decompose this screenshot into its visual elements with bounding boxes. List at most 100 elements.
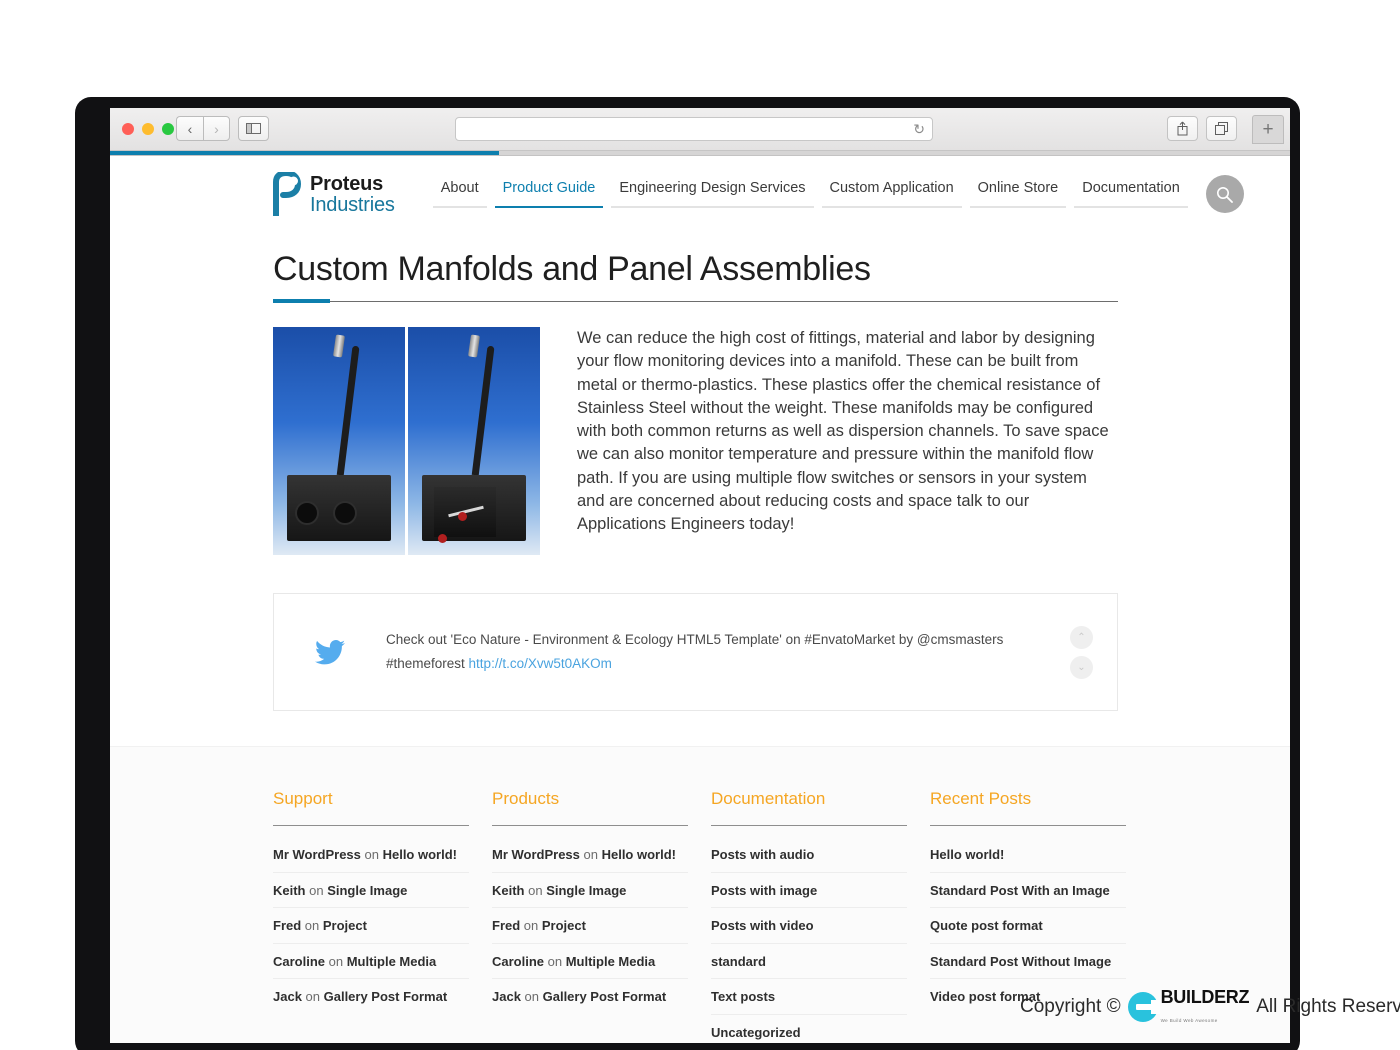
list-item[interactable]: Mr WordPress on Hello world!	[492, 837, 688, 873]
list-item[interactable]: Keith on Single Image	[492, 873, 688, 909]
comment-author: Keith	[273, 883, 306, 898]
list-item[interactable]: Fred on Project	[273, 908, 469, 944]
list-item[interactable]: Text posts	[711, 979, 907, 1015]
main-navigation: About Product GuideEngineering Design Ser…	[429, 180, 1192, 208]
nav-item-about[interactable]: About	[433, 180, 487, 208]
comment-separator: on	[361, 847, 383, 862]
fitting-top-1	[333, 334, 345, 357]
list-item[interactable]: Video post format	[930, 979, 1126, 1014]
comment-post-title: Single Image	[546, 883, 626, 898]
list-item[interactable]: Mr WordPress on Hello world!	[273, 837, 469, 873]
nav-item-custom-application[interactable]: Custom Application	[822, 180, 962, 208]
list-item-label: Standard Post With an Image	[930, 883, 1110, 898]
list-item[interactable]: Keith on Single Image	[273, 873, 469, 909]
page-title-block: Custom Manfolds and Panel Assemblies	[110, 232, 1290, 302]
list-item[interactable]: Standard Post Without Image	[930, 944, 1126, 980]
footer-column-documentation: Documentation Posts with audio Posts with …	[711, 789, 907, 1043]
product-image-2[interactable]	[408, 327, 540, 555]
proteus-logo-icon	[273, 172, 303, 216]
comment-post-title: Hello world!	[383, 847, 457, 862]
list-item-label: Quote post format	[930, 918, 1043, 933]
site-logo[interactable]: Proteus Industries	[273, 172, 395, 216]
comment-post-title: Gallery Post Format	[324, 989, 448, 1004]
comment-separator: on	[302, 989, 324, 1004]
tweet-prev-button[interactable]: ⌃	[1070, 626, 1093, 649]
list-item[interactable]: Caroline on Multiple Media	[492, 944, 688, 980]
tweet-next-button[interactable]: ⌄	[1070, 656, 1093, 679]
comment-post-title: Hello world!	[602, 847, 676, 862]
comment-author: Fred	[273, 918, 301, 933]
list-item[interactable]: Posts with video	[711, 908, 907, 944]
comment-separator: on	[301, 918, 323, 933]
list-item[interactable]: Jack on Gallery Post Format	[273, 979, 469, 1014]
title-divider	[273, 301, 1118, 302]
twitter-feed-card: Check out 'Eco Nature - Environment & Ec…	[273, 593, 1118, 711]
list-item-label: Posts with image	[711, 883, 817, 898]
product-image-1[interactable]	[273, 327, 405, 555]
url-input[interactable]	[456, 118, 932, 140]
nav-item-documentation[interactable]: Documentation	[1074, 180, 1188, 208]
back-button[interactable]: ‹	[176, 116, 203, 141]
list-item[interactable]: Standard Post With an Image	[930, 873, 1126, 909]
tweet-link[interactable]: http://t.co/Xvw5t0AKOm	[469, 656, 612, 671]
list-item[interactable]: Hello world!	[930, 837, 1126, 873]
list-item[interactable]: Jack on Gallery Post Format	[492, 979, 688, 1014]
nav-item-engineering-design-services[interactable]: Engineering Design Services	[611, 180, 813, 208]
footer-column-products: Products Mr WordPress on Hello world!Keit…	[492, 789, 688, 1043]
footer-column-title: Support	[273, 789, 469, 826]
hose-2	[471, 346, 495, 486]
share-button[interactable]	[1167, 116, 1198, 141]
footer-bottom-bar: in◔ ProteusInd© 2016| All Rights Reserve…	[110, 1041, 1290, 1043]
twitter-icon	[315, 640, 345, 665]
comment-author: Jack	[273, 989, 302, 1004]
browser-window: ‹ › ↻	[110, 108, 1290, 1043]
footer-column-support: SupportMr WordPress on Hello world!Keith…	[273, 789, 469, 1043]
twitter-icon-wrap	[274, 640, 386, 665]
site-header: Proteus Industries About Product GuideEng…	[110, 156, 1290, 232]
list-item[interactable]: Posts with audio	[711, 837, 907, 873]
minimize-window-button[interactable]	[142, 123, 154, 135]
port-1a	[295, 501, 319, 525]
list-item-label: Hello world!	[930, 847, 1004, 862]
footer-column-title: Products	[492, 789, 688, 826]
share-icon	[1176, 121, 1189, 136]
search-button[interactable]	[1206, 175, 1244, 213]
tweet-line-1: Check out 'Eco Nature - Environment & Ec…	[386, 632, 1003, 647]
list-item[interactable]: Uncategorized	[711, 1015, 907, 1043]
list-item-label: Posts with audio	[711, 847, 814, 862]
list-item[interactable]: Posts with image	[711, 873, 907, 909]
reload-icon[interactable]: ↻	[913, 122, 925, 136]
footer-column-title: Documentation	[711, 789, 907, 826]
list-item[interactable]: Caroline on Multiple Media	[273, 944, 469, 980]
list-item-label: Text posts	[711, 989, 775, 1004]
forward-button[interactable]: ›	[203, 116, 230, 141]
footer-column-list: Mr WordPress on Hello world!Keith on Sin…	[492, 837, 688, 1014]
footer-column-list: Hello world! Standard Post With an Image Q…	[930, 837, 1126, 1014]
show-tabs-button[interactable]	[1206, 116, 1237, 141]
address-bar[interactable]: ↻	[455, 117, 933, 141]
web-page: Proteus Industries About Product GuideEng…	[110, 156, 1290, 1043]
screenshot-root: ‹ › ↻	[0, 0, 1400, 1050]
close-window-button[interactable]	[122, 123, 134, 135]
footer-column-list: Mr WordPress on Hello world!Keith on Sin…	[273, 837, 469, 1014]
tabs-icon	[1215, 122, 1229, 135]
list-item-label: Standard Post Without Image	[930, 954, 1111, 969]
progress-fill	[110, 151, 499, 155]
list-item[interactable]: Quote post format	[930, 908, 1126, 944]
comment-author: Caroline	[492, 954, 544, 969]
sidebar-toggle-button[interactable]	[238, 116, 269, 141]
new-tab-button[interactable]: +	[1252, 115, 1284, 144]
logo-line-1: Proteus	[310, 174, 395, 194]
list-item[interactable]: standard	[711, 944, 907, 980]
nav-item-online-store[interactable]: Online Store	[970, 180, 1067, 208]
zoom-window-button[interactable]	[162, 123, 174, 135]
site-footer: SupportMr WordPress on Hello world!Keith…	[110, 746, 1290, 1041]
comment-author: Mr WordPress	[273, 847, 361, 862]
list-item[interactable]: Fred on Project	[492, 908, 688, 944]
browser-toolbar: ‹ › ↻	[110, 108, 1290, 151]
list-item-label: Video post format	[930, 989, 1040, 1004]
nav-item-product-guide[interactable]: Product Guide	[495, 180, 604, 208]
comment-post-title: Multiple Media	[566, 954, 656, 969]
logo-text: Proteus Industries	[310, 174, 395, 215]
list-item-label: Uncategorized	[711, 1025, 801, 1040]
